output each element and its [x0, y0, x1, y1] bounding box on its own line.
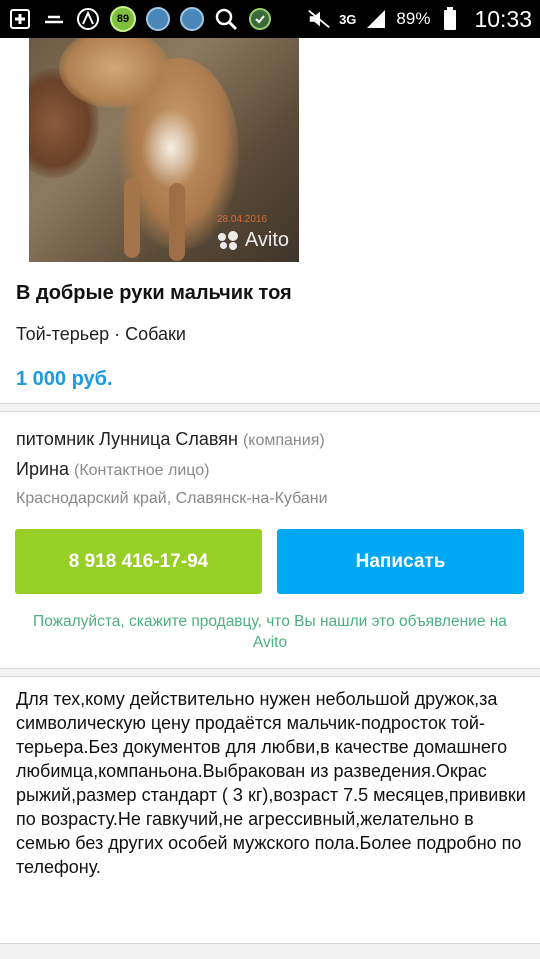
company-tag: (компания) [242, 432, 325, 449]
shield-icon [248, 7, 272, 31]
app-icon [146, 7, 170, 31]
listing-price: 1 000 руб. [16, 368, 113, 390]
notification-badge: 89 [110, 6, 136, 32]
plus-icon [8, 7, 32, 31]
watermark-text: Avito [244, 229, 289, 251]
mute-icon [307, 7, 331, 31]
seller-card: питомник Лунница Славян (компания) Ирина… [0, 411, 540, 669]
minus-icon [42, 7, 66, 31]
seller-company[interactable]: питомник Лунница Славян (компания) [16, 429, 325, 450]
listing-category: Той-терьер · Собаки [16, 324, 186, 344]
listing-photo[interactable]: 28.04.2016 Avito [29, 38, 299, 262]
clock: 10:33 [474, 5, 532, 32]
write-button[interactable]: Написать [277, 529, 524, 594]
listing-title: В добрые руки мальчик тоя [16, 282, 292, 304]
description-card: Для тех,кому действительно нужен небольш… [0, 676, 540, 944]
contact-tag: (Контактное лицо) [73, 462, 210, 479]
company-name: питомник Лунница Славян [16, 429, 238, 449]
battery-percent: 89% [396, 9, 431, 28]
battery-icon [438, 7, 462, 31]
app-icon [180, 7, 204, 31]
listing-card: 28.04.2016 Avito В добрые руки мальчик т… [0, 38, 540, 404]
search-icon [214, 7, 238, 31]
signal-icon [364, 7, 388, 31]
avast-icon [76, 7, 100, 31]
status-bar: 89 3G 89% 10:33 [0, 0, 540, 38]
seller-notice: Пожалуйста, скажите продавцу, что Вы наш… [33, 613, 507, 651]
avito-logo-icon [217, 230, 240, 251]
network-label: 3G [339, 11, 357, 27]
seller-contact: Ирина (Контактное лицо) [16, 459, 209, 480]
seller-location: Краснодарский край, Славянск-на-Кубани [16, 490, 328, 507]
photo-date-stamp: 28.04.2016 [217, 214, 268, 225]
contact-name: Ирина [16, 459, 69, 479]
listing-description: Для тех,кому действительно нужен небольш… [16, 689, 526, 877]
avito-watermark: Avito [217, 229, 289, 252]
call-button[interactable]: 8 918 416-17-94 [15, 529, 262, 594]
